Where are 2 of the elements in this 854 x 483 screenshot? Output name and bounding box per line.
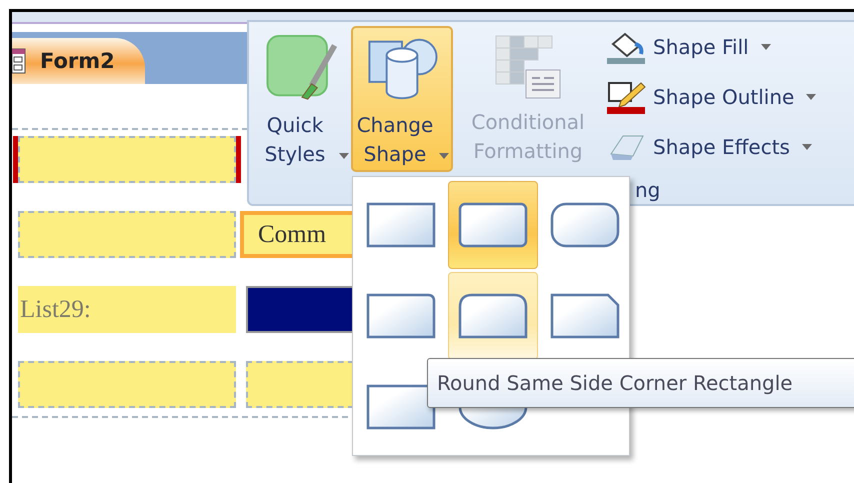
group-label: ng	[634, 177, 662, 202]
tooltip: Round Same Side Corner Rectangle	[427, 358, 854, 408]
